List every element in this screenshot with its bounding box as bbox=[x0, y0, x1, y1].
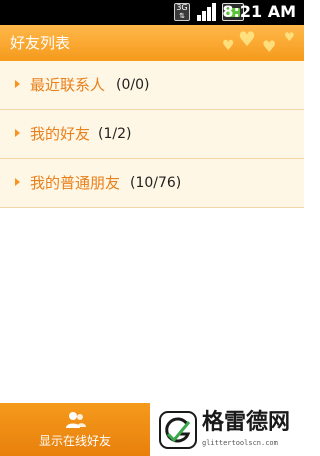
status-clock: 8:21 AM bbox=[222, 2, 296, 22]
heart-decoration-icon: ♥ bbox=[238, 27, 256, 51]
signal-strength-icon bbox=[197, 3, 217, 21]
status-bar: 3G ⇅ 8:21 AM bbox=[0, 0, 304, 25]
heart-decoration-icon: ♥ bbox=[262, 37, 277, 56]
group-count: (1/2) bbox=[98, 126, 132, 142]
heart-decoration-icon: ♥ bbox=[284, 30, 295, 44]
expand-arrow-icon bbox=[15, 80, 20, 88]
expand-arrow-icon bbox=[15, 178, 20, 186]
network-3g-icon: 3G ⇅ bbox=[174, 3, 190, 21]
clock-ampm: AM bbox=[267, 2, 296, 21]
page-title: 好友列表 bbox=[10, 34, 71, 52]
group-row-recent[interactable]: 最近联系人 (0/0) bbox=[0, 61, 304, 110]
watermark-url: glittertoolscn.com bbox=[202, 439, 278, 447]
expand-arrow-icon bbox=[15, 129, 20, 137]
show-online-friends-button[interactable]: 显示在线好友 bbox=[0, 403, 150, 456]
group-name: 我的好友 bbox=[30, 125, 91, 143]
heart-decoration-icon: ♥ bbox=[222, 38, 235, 54]
watermark: 格雷德网 glittertoolscn.com bbox=[152, 404, 304, 456]
group-row-my-friends[interactable]: 我的好友 (1/2) bbox=[0, 110, 304, 159]
friend-group-list: 最近联系人 (0/0) 我的好友 (1/2) 我的普通朋友 (10/76) bbox=[0, 61, 304, 208]
users-icon bbox=[66, 412, 86, 428]
title-bar: 好友列表 ♥ ♥ ♥ ♥ bbox=[0, 25, 304, 61]
network-label: 3G bbox=[176, 3, 188, 12]
show-online-friends-label: 显示在线好友 bbox=[38, 434, 111, 448]
group-count: (10/76) bbox=[130, 175, 182, 191]
clock-time: 8:21 bbox=[222, 2, 263, 21]
group-name: 最近联系人 bbox=[30, 76, 106, 94]
brand-logo-icon bbox=[159, 411, 197, 449]
group-count: (0/0) bbox=[116, 77, 150, 93]
watermark-brand: 格雷德网 bbox=[202, 410, 291, 435]
group-name: 我的普通朋友 bbox=[30, 174, 121, 192]
group-row-ordinary-friends[interactable]: 我的普通朋友 (10/76) bbox=[0, 159, 304, 208]
